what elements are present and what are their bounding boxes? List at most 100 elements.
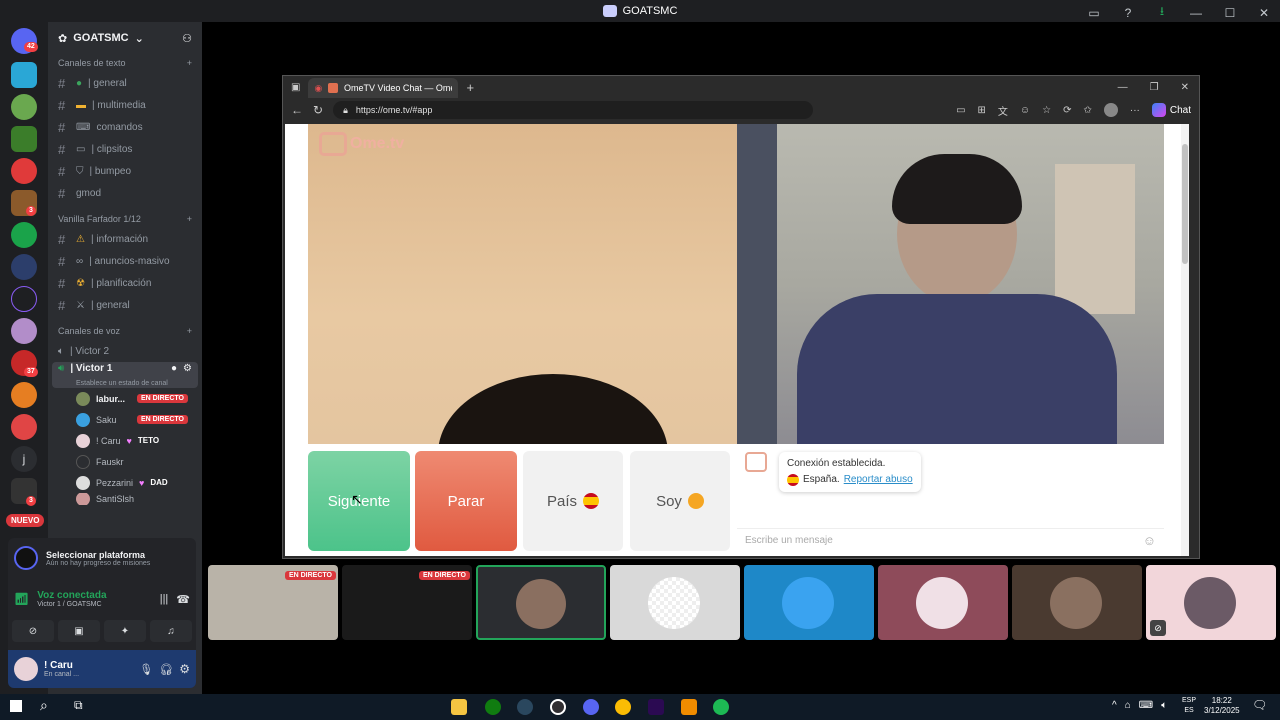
more-icon[interactable]: ··· (1130, 105, 1140, 116)
server-icon[interactable] (11, 62, 37, 88)
inbox-icon[interactable]: ▭ (1086, 6, 1102, 20)
voice-user[interactable]: Pezzarini ♥ DAD (48, 472, 202, 493)
category-text[interactable]: Canales de texto + (48, 54, 202, 72)
server-icon[interactable] (11, 382, 37, 408)
soundboard-button[interactable]: ♫ (150, 620, 192, 642)
sync-icon[interactable]: ⟳ (1063, 105, 1071, 116)
voice-status[interactable]: Voz conectada Victor 1 / GOATSMC (37, 590, 106, 608)
country-button[interactable]: País (523, 451, 623, 551)
channel-multimedia[interactable]: # ▬ | multimedia (48, 94, 202, 116)
participant-tile[interactable] (610, 565, 740, 640)
voice-user[interactable]: SantiSlsh (48, 493, 202, 505)
language-indicator[interactable]: ESP ES (1182, 696, 1196, 716)
screen-share-button[interactable]: ▣ (58, 620, 100, 642)
new-badge[interactable]: NUEVO (6, 514, 45, 527)
message-input[interactable]: Escribe un mensaje ☺ (737, 528, 1164, 552)
server-icon[interactable] (11, 158, 37, 184)
stream-tile[interactable]: EN DIRECTO (208, 565, 338, 640)
discord-icon[interactable] (583, 699, 599, 715)
notifications-icon[interactable]: 🗨︎ (1252, 698, 1267, 712)
camera-off-button[interactable]: ⊘ (12, 620, 54, 642)
volume-icon[interactable]: 🔈︎ (1161, 700, 1167, 711)
invite-icon[interactable]: ⚇ (182, 32, 192, 45)
download-icon[interactable]: ⭳ (1154, 2, 1170, 23)
tab-ometv[interactable]: ◉ OmeTV Video Chat — Ome (308, 78, 459, 98)
channel-general-2[interactable]: # ⚔ | general (48, 294, 202, 316)
maximize-button[interactable]: ☐ (1222, 6, 1238, 20)
fl-studio-icon[interactable] (681, 699, 697, 715)
avatar[interactable] (14, 657, 38, 681)
windows-start-icon[interactable] (10, 700, 22, 712)
user-info[interactable]: ! Caru En canal ... (44, 660, 79, 678)
participant-tile[interactable]: ⊘ (1146, 565, 1276, 640)
channel-status[interactable]: Establece un estado de canal (58, 380, 192, 387)
scrollbar-thumb[interactable] (1182, 144, 1188, 264)
stop-button[interactable]: Parar (415, 451, 517, 551)
favorite-icon[interactable]: ☆ (1042, 105, 1051, 116)
activities-button[interactable]: ✦ (104, 620, 146, 642)
channel-gmod[interactable]: # gmod (48, 182, 202, 204)
close-button[interactable]: ✕ (1256, 6, 1272, 20)
voice-user[interactable]: Fauskr (48, 451, 202, 472)
back-icon[interactable]: ← (291, 103, 303, 117)
obs-icon[interactable] (550, 699, 566, 715)
channel-general[interactable]: # ● | general (48, 72, 202, 94)
translate-icon[interactable]: 文 (998, 103, 1008, 118)
participant-tile[interactable] (1012, 565, 1142, 640)
minimize-button[interactable]: — (1188, 6, 1204, 20)
add-channel-icon[interactable]: + (187, 214, 192, 224)
report-abuse-link[interactable]: Reportar abuso (844, 472, 913, 488)
steam-icon[interactable] (517, 699, 533, 715)
url-field[interactable]: 🔒︎ https://ome.tv/#app (333, 101, 814, 119)
channel-bumpeo[interactable]: # ⛉ | bumpeo (48, 160, 202, 182)
participant-tile[interactable] (878, 565, 1008, 640)
favorites-icon[interactable]: ✩ (1083, 105, 1091, 116)
channel-clipsitos[interactable]: # ▭ | clipsitos (48, 138, 202, 160)
new-tab-button[interactable]: + (466, 80, 474, 95)
chrome-icon[interactable] (615, 699, 631, 715)
server-icon[interactable] (11, 222, 37, 248)
server-icon[interactable] (11, 318, 37, 344)
noise-suppression-icon[interactable]: ||| (160, 593, 169, 605)
page-scrollbar[interactable] (1181, 124, 1189, 556)
channel-comandos[interactable]: # ⌨ comandos (48, 116, 202, 138)
premiere-icon[interactable] (648, 699, 664, 715)
minimize-button[interactable]: — (1118, 82, 1128, 93)
disconnect-icon[interactable]: ☎ (176, 593, 190, 606)
server-icon[interactable] (11, 414, 37, 440)
headphones-icon[interactable]: 🎧︎ (159, 663, 173, 676)
refresh-icon[interactable]: ↻ (313, 103, 323, 117)
server-header[interactable]: ✿ GOATSMC ⌄ ⚇ (48, 22, 202, 54)
close-button[interactable]: ✕ (1181, 82, 1189, 93)
emoji-icon[interactable]: ☺ (1143, 533, 1156, 548)
extensions-icon[interactable]: ⊞ (978, 105, 986, 116)
network-icon[interactable]: ⌂ (1125, 700, 1131, 711)
voice-channel-victor1[interactable]: 🔊︎ | Victor 1 ● ⚙ Establece un estado de … (52, 362, 198, 388)
participant-tile[interactable] (476, 565, 606, 640)
server-icon[interactable] (11, 94, 37, 120)
help-icon[interactable]: ? (1120, 6, 1136, 20)
category-vanilla[interactable]: Vanilla Farfador 1/12 + (48, 210, 202, 228)
clock[interactable]: 18:22 3/12/2025 (1204, 696, 1240, 716)
chevron-up-icon[interactable]: ^ (1112, 700, 1117, 711)
platform-selector[interactable]: Seleccionar plataforma Aún no hay progre… (14, 546, 150, 570)
channel-anuncios[interactable]: # ∞ | anuncios-masivo (48, 250, 202, 272)
voice-user[interactable]: ! Caru ♥ TETO (48, 430, 202, 451)
chat-icon[interactable]: ● (171, 363, 177, 374)
voice-user[interactable]: labur... EN DIRECTO (48, 388, 202, 409)
participant-tile[interactable] (744, 565, 874, 640)
server-icon[interactable] (11, 126, 37, 152)
server-letter-icon[interactable]: j (11, 446, 37, 472)
channel-informacion[interactable]: # ⚠ | información (48, 228, 202, 250)
emoji-icon[interactable]: ☺ (1020, 105, 1030, 116)
voice-user[interactable]: Saku EN DIRECTO (48, 409, 202, 430)
copilot-chat-button[interactable]: Chat (1151, 103, 1191, 117)
search-icon[interactable]: ⌕ (40, 697, 48, 714)
gender-button[interactable]: Soy (630, 451, 730, 551)
category-voice[interactable]: Canales de voz + (48, 322, 202, 340)
task-view-icon[interactable]: ⧉ (74, 698, 83, 713)
add-channel-icon[interactable]: + (187, 58, 192, 68)
maximize-button[interactable]: ❐ (1150, 82, 1159, 93)
gear-icon[interactable]: ⚙ (183, 363, 192, 374)
gear-icon[interactable]: ⚙ (179, 662, 190, 676)
